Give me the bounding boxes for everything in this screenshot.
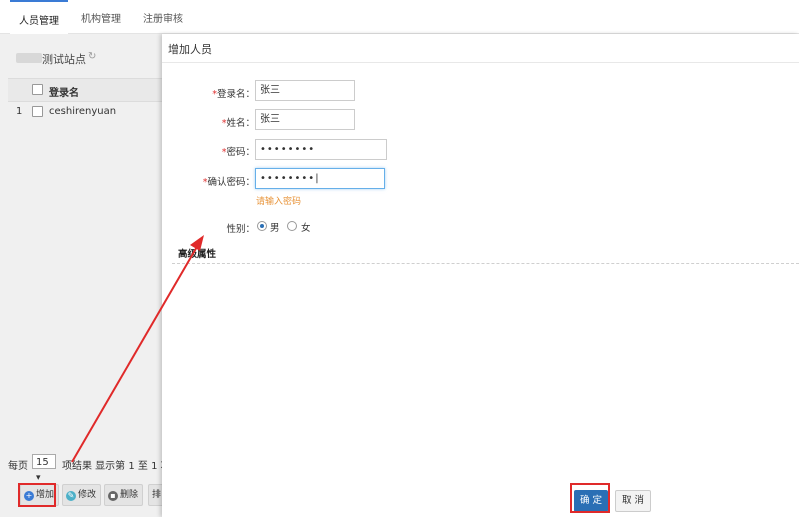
column-header-login: 登录名 (49, 88, 79, 99)
edit-button[interactable]: ✎ 修改 (62, 484, 102, 506)
section-divider (172, 263, 799, 264)
confirm-password-label: *确认密码： (175, 174, 255, 188)
confirm-label-text: 确认密码： (207, 177, 255, 188)
confirm-password-input[interactable]: ••••••••| (255, 168, 385, 189)
row-username: ceshirenyuan (49, 106, 117, 117)
top-tab-bar: 人员管理 机构管理 注册审核 (0, 0, 799, 35)
tab-personnel-management[interactable]: 人员管理 (10, 0, 68, 35)
delete-button-label: 删除 (120, 490, 139, 500)
password-value: •••••••• (260, 144, 316, 155)
add-button-highlight (18, 483, 56, 507)
site-label: 测试站点 (42, 53, 86, 66)
password-label: *密码： (175, 144, 255, 158)
login-label: *登录名： (175, 86, 255, 100)
more-button-label: 排 (152, 490, 162, 500)
name-input[interactable]: 张三 (255, 109, 355, 130)
gender-label: 性别： (226, 224, 255, 235)
password-label-text: 密码： (226, 147, 255, 158)
table-header: 登录名 (8, 78, 163, 102)
pager: 每页 15 ▾ 项结果 显示第 1 至 1 项， (8, 454, 181, 483)
dialog-divider (162, 62, 799, 63)
advanced-properties-heading[interactable]: 高级属性 (178, 246, 216, 260)
confirm-value: •••••••• (260, 173, 316, 184)
tab-organization-management[interactable]: 机构管理 (72, 0, 130, 33)
edit-button-label: 修改 (78, 490, 97, 500)
text-cursor: | (315, 173, 320, 184)
gender-male-label: 男 (270, 223, 280, 234)
blurred-site-prefix (16, 53, 42, 63)
gender-female-radio[interactable] (287, 221, 297, 231)
row-checkbox[interactable] (32, 106, 43, 117)
table-row[interactable]: 1 ceshirenyuan (8, 102, 163, 122)
login-label-text: 登录名： (216, 89, 255, 100)
confirm-button-highlight (570, 483, 610, 513)
page-size-select[interactable]: 15 ▾ (32, 454, 56, 483)
name-label: *姓名： (175, 115, 255, 129)
dialog-title: 增加人员 (168, 43, 212, 56)
tab-registration-review[interactable]: 注册审核 (134, 0, 192, 33)
row-number: 1 (16, 106, 23, 117)
pager-prefix: 每页 (8, 461, 28, 472)
login-input[interactable]: 张三 (255, 80, 355, 101)
name-value: 张三 (260, 114, 280, 125)
page-size-value: 15 (36, 457, 49, 468)
delete-button[interactable]: ▪ 删除 (104, 484, 144, 506)
confirm-password-hint: 请输入密码 (256, 197, 302, 207)
pencil-icon: ✎ (66, 491, 76, 501)
add-person-dialog: 增加人员 *登录名： 张三 *姓名： 张三 *密码： •••••••• *确认密… (162, 34, 799, 517)
cancel-button[interactable]: 取 消 (615, 490, 651, 512)
gender-female-label: 女 (301, 223, 311, 234)
password-input[interactable]: •••••••• (255, 139, 387, 160)
trash-icon: ▪ (108, 491, 118, 501)
site-selector[interactable]: 测试站点 ↻ (10, 47, 165, 69)
name-label-text: 姓名： (226, 118, 255, 129)
refresh-icon[interactable]: ↻ (88, 51, 96, 62)
gender-male-radio[interactable] (257, 221, 267, 231)
login-value: 张三 (260, 85, 280, 96)
select-all-checkbox[interactable] (32, 84, 43, 95)
